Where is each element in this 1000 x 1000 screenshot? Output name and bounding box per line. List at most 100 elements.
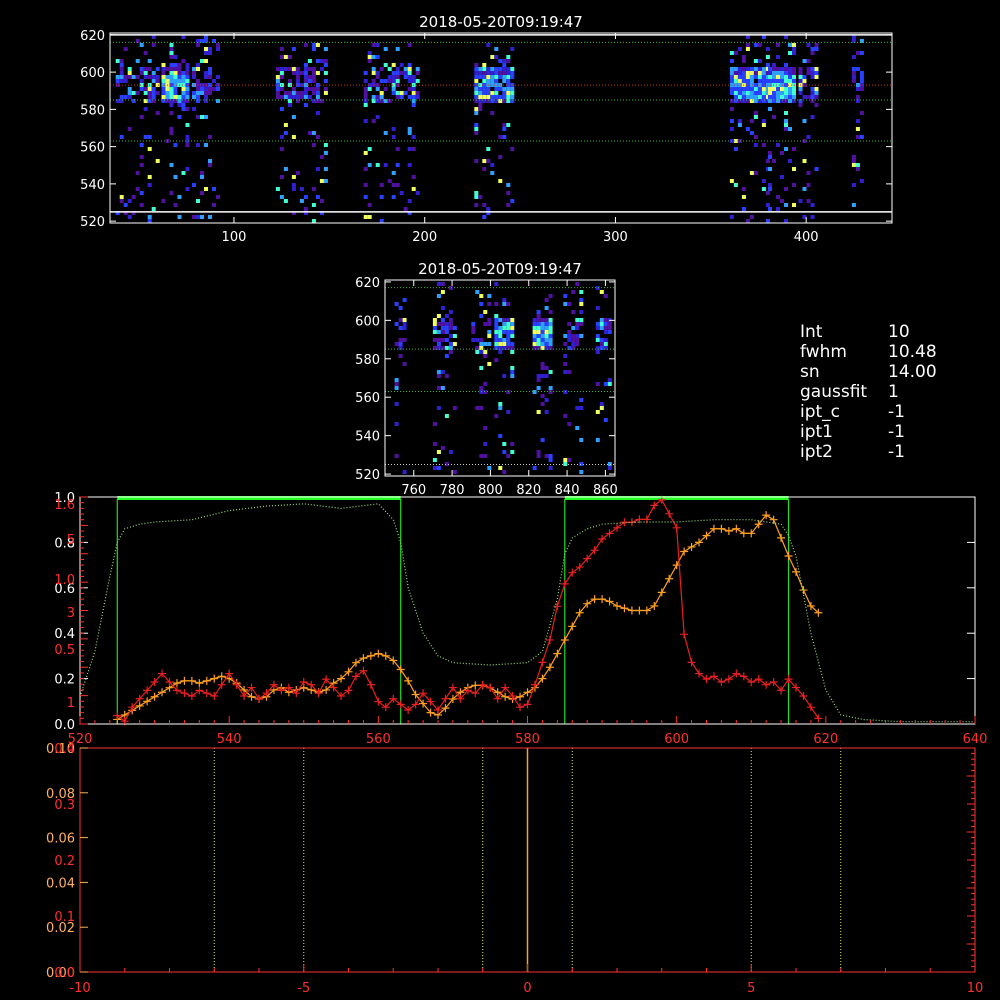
data-point-marker: [374, 649, 383, 658]
image-pixel: [579, 398, 584, 402]
image-pixel: [448, 322, 453, 326]
image-pixel: [200, 115, 204, 119]
image-pixel: [391, 195, 396, 199]
image-pixel: [363, 151, 368, 155]
image-pixel: [391, 63, 396, 67]
image-pixel: [303, 63, 308, 67]
image-pixel: [776, 79, 780, 83]
image-pixel: [737, 71, 742, 75]
image-pixel: [375, 43, 380, 47]
image-pixel: [440, 306, 445, 310]
image-pixel: [200, 171, 204, 175]
image-pixel: [563, 414, 568, 418]
image-pixel: [196, 95, 200, 99]
image-pixel: [498, 71, 503, 75]
data-point-marker: [195, 679, 204, 688]
data-point-marker: [739, 529, 748, 538]
image-pixel: [810, 51, 815, 55]
red-y-tick-label: 0.2: [54, 854, 75, 869]
image-pixel: [192, 215, 196, 219]
image-pixel: [383, 63, 388, 67]
data-point-marker: [665, 509, 674, 518]
image-pixel: [379, 67, 384, 71]
image-pixel: [204, 143, 208, 147]
image-pixel: [323, 79, 328, 83]
y-tick-label: 600: [355, 314, 380, 329]
image-pixel: [502, 322, 507, 326]
image-pixel: [733, 67, 738, 71]
image-pixel: [784, 119, 788, 123]
image-pixel: [729, 179, 734, 183]
image-pixel: [768, 207, 772, 211]
image-pixel: [487, 334, 492, 338]
image-pixel: [287, 83, 292, 87]
data-point-marker: [814, 714, 823, 723]
image-pixel: [192, 107, 196, 111]
image-pixel: [287, 91, 292, 95]
image-pixel: [391, 91, 396, 95]
image-pixel: [399, 91, 404, 95]
image-pixel: [283, 167, 288, 171]
image-pixel: [135, 75, 140, 79]
image-pixel: [506, 91, 511, 95]
data-point-marker: [143, 697, 152, 706]
image-pixel: [399, 191, 404, 195]
image-pixel: [776, 207, 780, 211]
image-pixel: [436, 346, 441, 350]
image-pixel: [548, 318, 553, 322]
image-pixel: [737, 83, 742, 87]
image-pixel: [603, 326, 608, 330]
image-pixel: [603, 330, 608, 334]
image-pixel: [733, 95, 738, 99]
image-pixel: [498, 59, 503, 63]
image-pixel: [367, 87, 372, 91]
data-point-marker: [441, 694, 450, 703]
image-pixel: [444, 338, 449, 342]
image-pixel: [291, 95, 296, 99]
image-pixel: [143, 51, 148, 55]
image-pixel: [436, 450, 441, 454]
image-pixel: [147, 135, 152, 139]
data-point-marker: [605, 597, 614, 606]
image-pixel: [411, 91, 416, 95]
image-pixel: [127, 67, 132, 71]
image-pixel: [579, 322, 584, 326]
image-pixel: [567, 346, 572, 350]
image-pixel: [851, 159, 856, 163]
image-pixel: [363, 183, 368, 187]
image-pixel: [806, 95, 811, 99]
data-point-marker: [590, 595, 599, 604]
image-pixel: [563, 370, 568, 374]
image-pixel: [173, 91, 178, 95]
image-pixel: [494, 330, 499, 334]
image-pixel: [502, 95, 507, 99]
image-pixel: [810, 75, 815, 79]
image-pixel: [395, 91, 400, 95]
image-pixel: [494, 414, 499, 418]
image-pixel: [169, 163, 174, 167]
image-pixel: [204, 47, 208, 51]
image-pixel: [784, 95, 788, 99]
image-pixel: [737, 119, 742, 123]
image-pixel: [757, 91, 762, 95]
image-pixel: [510, 67, 515, 71]
data-point-marker: [553, 602, 562, 611]
image-pixel: [147, 91, 152, 95]
image-pixel: [291, 87, 296, 91]
image-pixel: [371, 119, 376, 123]
image-pixel: [367, 203, 372, 207]
image-pixel: [448, 346, 453, 350]
image-pixel: [295, 91, 300, 95]
image-pixel: [745, 87, 750, 91]
image-pixel: [859, 75, 864, 79]
image-pixel: [395, 147, 400, 151]
panel-title: 2018-05-20T09:19:47: [418, 260, 582, 278]
image-pixel: [303, 87, 308, 91]
image-pixel: [544, 298, 549, 302]
image-pixel: [540, 326, 545, 330]
image-pixel: [536, 310, 541, 314]
image-pixel: [363, 91, 368, 95]
image-pixel: [123, 75, 128, 79]
image-pixel: [753, 135, 758, 139]
image-pixel: [196, 63, 200, 67]
